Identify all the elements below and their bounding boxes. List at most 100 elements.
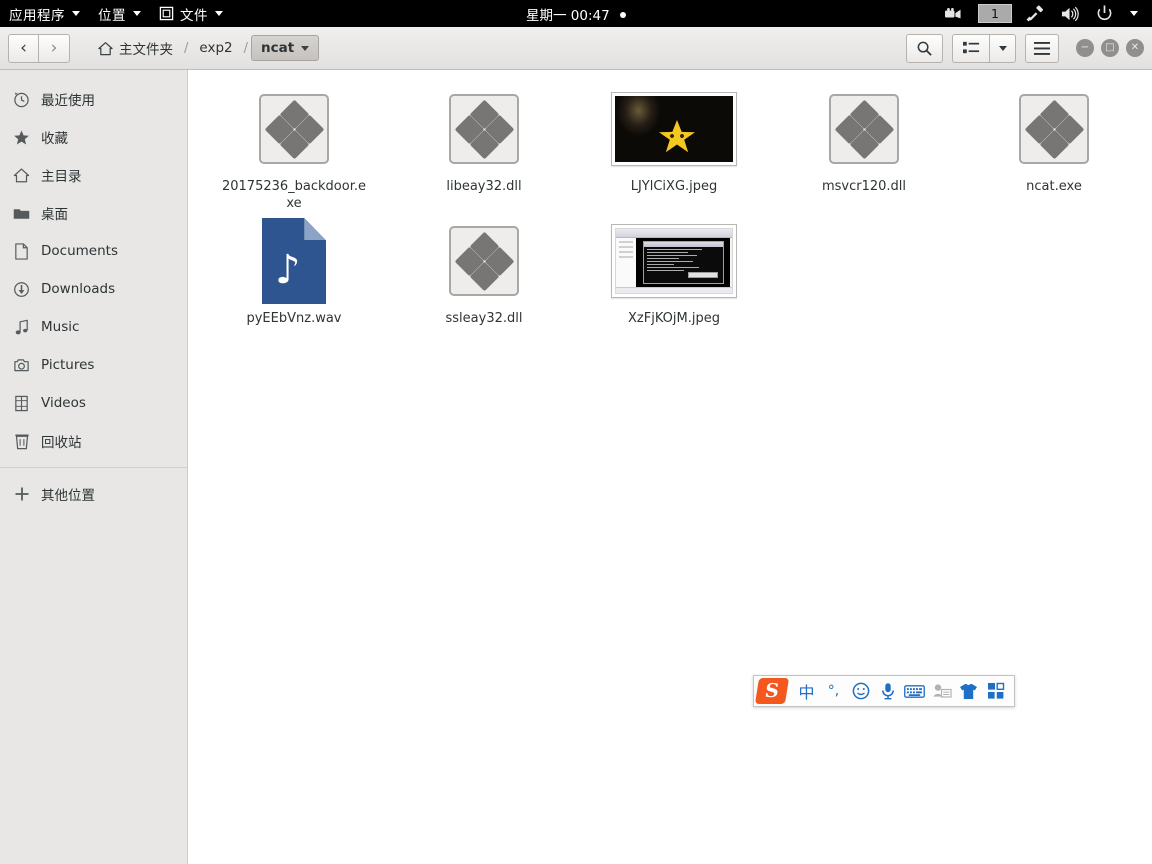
- image-thumbnail: [611, 92, 737, 166]
- breadcrumb-label: exp2: [199, 40, 233, 56]
- list-view-icon[interactable]: [952, 33, 989, 63]
- file-thumbnail: [1019, 90, 1089, 168]
- file-item[interactable]: LJYlCiXG.jpeg: [579, 84, 769, 216]
- star-sticker-icon: [659, 120, 695, 153]
- workspace-indicator[interactable]: 1: [978, 4, 1012, 23]
- window-controls: − □ ✕: [1076, 39, 1144, 57]
- sidebar-item-desktop[interactable]: 桌面: [0, 194, 187, 232]
- main-menu-button[interactable]: [1025, 33, 1059, 63]
- sidebar-item-starred[interactable]: 收藏: [0, 118, 187, 156]
- back-button[interactable]: ‹: [8, 33, 39, 63]
- image-thumbnail: [611, 224, 737, 298]
- emoji-icon[interactable]: [847, 675, 874, 707]
- icon-grid: 20175236_backdoor.exe libeay32.dll LJYlC…: [189, 84, 1152, 331]
- breadcrumb-item-ncat[interactable]: ncat: [251, 35, 320, 61]
- places-menu[interactable]: 位置: [89, 0, 150, 27]
- sogou-input-method-toolbar[interactable]: S 中 °,: [753, 675, 1015, 707]
- user-card-icon[interactable]: [928, 675, 955, 707]
- sidebar-item-music[interactable]: Music: [0, 308, 187, 346]
- search-icon: [916, 40, 933, 57]
- speaker-icon[interactable]: [1053, 0, 1088, 27]
- sidebar-item-videos[interactable]: Videos: [0, 384, 187, 422]
- file-list-view[interactable]: 20175236_backdoor.exe libeay32.dll LJYlC…: [189, 70, 1152, 864]
- clock-label: 星期一 00:47: [526, 7, 610, 24]
- files-menu-label: 文件: [180, 7, 208, 24]
- breadcrumb-item-home[interactable]: 主文件夹: [90, 33, 181, 63]
- chevron-down-icon: [999, 45, 1007, 51]
- file-item[interactable]: libeay32.dll: [389, 84, 579, 216]
- file-name: 20175236_backdoor.exe: [221, 179, 366, 211]
- sidebar-item-other-locations[interactable]: 其他位置: [0, 475, 187, 513]
- sidebar-item-documents[interactable]: Documents: [0, 232, 187, 270]
- sidebar-item-home[interactable]: 主目录: [0, 156, 187, 194]
- chinese-mode-label: 中: [798, 683, 815, 702]
- chinese-mode-icon[interactable]: 中: [793, 675, 820, 707]
- file-item[interactable]: XzFjKOjM.jpeg: [579, 216, 769, 331]
- file-item[interactable]: msvcr120.dll: [769, 84, 959, 216]
- forward-chevron-icon: ›: [50, 37, 58, 58]
- file-thumbnail: [829, 90, 899, 168]
- binary-file-icon: [1019, 94, 1089, 164]
- view-mode-dropdown[interactable]: [989, 33, 1016, 63]
- page-fold-corner: [304, 218, 326, 241]
- close-icon: ✕: [1130, 42, 1140, 53]
- minimize-icon: −: [1080, 42, 1090, 53]
- navigation-buttons: ‹ ›: [8, 33, 70, 63]
- file-thumbnail: [449, 90, 519, 168]
- chevron-down-icon: [1130, 11, 1138, 16]
- camera-video-icon[interactable]: [937, 0, 972, 27]
- applications-menu[interactable]: 应用程序: [0, 0, 89, 27]
- file-item[interactable]: ♪ pyEEbVnz.wav: [199, 216, 389, 331]
- sidebar-item-label: Pictures: [41, 357, 95, 373]
- punctuation-mode-label: °,: [827, 683, 840, 699]
- camera-icon: [13, 357, 30, 374]
- headerbar-actions: − □ ✕: [906, 33, 1144, 63]
- binary-file-icon: [829, 94, 899, 164]
- hamburger-menu-icon: [1034, 41, 1050, 55]
- system-menu-caret[interactable]: [1121, 0, 1146, 27]
- close-button[interactable]: ✕: [1126, 39, 1144, 57]
- chevron-down-icon: [133, 11, 141, 16]
- file-item[interactable]: ssleay32.dll: [389, 216, 579, 331]
- breadcrumb-label: ncat: [261, 40, 295, 56]
- plug-icon[interactable]: [1018, 0, 1053, 27]
- maximize-button[interactable]: □: [1101, 39, 1119, 57]
- back-chevron-icon: ‹: [20, 37, 27, 58]
- file-thumbnail: ♪: [262, 218, 326, 304]
- binary-file-icon: [259, 94, 329, 164]
- file-name: XzFjKOjM.jpeg: [628, 311, 720, 326]
- binary-file-icon: [449, 226, 519, 296]
- trash-icon: [13, 433, 30, 450]
- microphone-icon[interactable]: [874, 675, 901, 707]
- home-icon: [13, 167, 30, 184]
- breadcrumb-item-exp2[interactable]: exp2: [191, 35, 240, 61]
- power-icon[interactable]: [1088, 0, 1121, 27]
- sidebar-item-pictures[interactable]: Pictures: [0, 346, 187, 384]
- film-icon: [13, 395, 30, 412]
- sidebar-item-trash[interactable]: 回收站: [0, 422, 187, 460]
- skin-tshirt-icon[interactable]: [955, 675, 982, 707]
- search-button[interactable]: [906, 33, 943, 63]
- breadcrumb-separator: /: [243, 40, 248, 56]
- minimize-button[interactable]: −: [1076, 39, 1094, 57]
- star-icon: [13, 129, 30, 146]
- sidebar-item-label: 收藏: [41, 131, 68, 147]
- file-name: ssleay32.dll: [445, 311, 523, 326]
- file-name: ncat.exe: [1026, 179, 1082, 194]
- sidebar-item-downloads[interactable]: Downloads: [0, 270, 187, 308]
- toolbox-grid-icon[interactable]: [982, 675, 1009, 707]
- punctuation-mode-icon[interactable]: °,: [820, 675, 847, 707]
- files-menu[interactable]: 文件: [150, 0, 232, 27]
- sogou-logo-icon[interactable]: S: [754, 675, 790, 707]
- chevron-down-icon: [301, 45, 310, 51]
- forward-button[interactable]: ›: [39, 33, 70, 63]
- sidebar-separator: [0, 467, 187, 468]
- sidebar-item-label: 桌面: [41, 207, 68, 223]
- sidebar-item-label: Documents: [41, 243, 118, 259]
- keyboard-icon[interactable]: [901, 675, 928, 707]
- sidebar-item-label: 回收站: [41, 435, 82, 451]
- sidebar-item-recent[interactable]: 最近使用: [0, 80, 187, 118]
- clock-icon: [13, 91, 30, 108]
- file-item[interactable]: 20175236_backdoor.exe: [199, 84, 389, 216]
- file-item[interactable]: ncat.exe: [959, 84, 1149, 216]
